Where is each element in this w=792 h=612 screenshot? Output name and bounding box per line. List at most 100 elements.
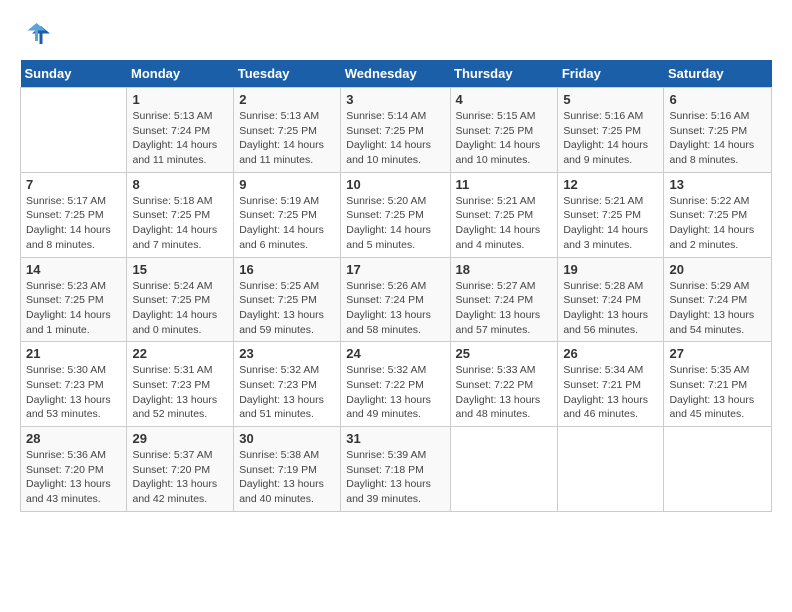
day-number: 25 [456, 346, 553, 361]
calendar-cell: 29Sunrise: 5:37 AM Sunset: 7:20 PM Dayli… [127, 427, 234, 512]
day-number: 28 [26, 431, 121, 446]
column-header-thursday: Thursday [450, 60, 558, 88]
day-number: 26 [563, 346, 658, 361]
day-info: Sunrise: 5:34 AM Sunset: 7:21 PM Dayligh… [563, 363, 658, 422]
day-info: Sunrise: 5:31 AM Sunset: 7:23 PM Dayligh… [132, 363, 228, 422]
day-info: Sunrise: 5:18 AM Sunset: 7:25 PM Dayligh… [132, 194, 228, 253]
calendar-cell [664, 427, 772, 512]
day-info: Sunrise: 5:22 AM Sunset: 7:25 PM Dayligh… [669, 194, 766, 253]
day-info: Sunrise: 5:13 AM Sunset: 7:24 PM Dayligh… [132, 109, 228, 168]
calendar-cell: 27 Sunrise: 5:35 AM Sunset: 7:21 PM Dayli… [664, 342, 772, 427]
day-number: 15 [132, 262, 228, 277]
calendar-cell: 7 Sunrise: 5:17 AM Sunset: 7:25 PM Daylig… [21, 172, 127, 257]
day-number: 1 [132, 92, 228, 107]
calendar-cell [21, 88, 127, 173]
day-info: Sunrise: 5:27 AM Sunset: 7:24 PM Dayligh… [456, 279, 553, 338]
day-number: 3 [346, 92, 444, 107]
day-info: Sunrise: 5:37 AM Sunset: 7:20 PM Dayligh… [132, 448, 228, 507]
day-info: Sunrise: 5:20 AM Sunset: 7:25 PM Dayligh… [346, 194, 444, 253]
page-header [20, 20, 772, 50]
day-info: Sunrise: 5:21 AM Sunset: 7:25 PM Dayligh… [456, 194, 553, 253]
day-number: 10 [346, 177, 444, 192]
day-info: Sunrise: 5:14 AM Sunset: 7:25 PM Dayligh… [346, 109, 444, 168]
day-number: 17 [346, 262, 444, 277]
day-number: 18 [456, 262, 553, 277]
calendar-cell: 18 Sunrise: 5:27 AM Sunset: 7:24 PM Dayli… [450, 257, 558, 342]
calendar-cell: 14Sunrise: 5:23 AM Sunset: 7:25 PM Dayli… [21, 257, 127, 342]
day-info: Sunrise: 5:15 AM Sunset: 7:25 PM Dayligh… [456, 109, 553, 168]
day-number: 6 [669, 92, 766, 107]
column-header-saturday: Saturday [664, 60, 772, 88]
day-info: Sunrise: 5:17 AM Sunset: 7:25 PM Dayligh… [26, 194, 121, 253]
calendar-week-row: 7 Sunrise: 5:17 AM Sunset: 7:25 PM Daylig… [21, 172, 772, 257]
calendar-cell: 23 Sunrise: 5:32 AM Sunset: 7:23 PM Dayli… [234, 342, 341, 427]
day-info: Sunrise: 5:25 AM Sunset: 7:25 PM Dayligh… [239, 279, 335, 338]
day-number: 4 [456, 92, 553, 107]
calendar-cell [450, 427, 558, 512]
calendar-cell: 31 Sunrise: 5:39 AM Sunset: 7:18 PM Dayli… [341, 427, 450, 512]
calendar-table: SundayMondayTuesdayWednesdayThursdayFrid… [20, 60, 772, 512]
calendar-cell: 16 Sunrise: 5:25 AM Sunset: 7:25 PM Dayli… [234, 257, 341, 342]
day-number: 2 [239, 92, 335, 107]
day-number: 22 [132, 346, 228, 361]
calendar-cell: 20 Sunrise: 5:29 AM Sunset: 7:24 PM Dayli… [664, 257, 772, 342]
day-info: Sunrise: 5:16 AM Sunset: 7:25 PM Dayligh… [563, 109, 658, 168]
calendar-cell: 12Sunrise: 5:21 AM Sunset: 7:25 PM Dayli… [558, 172, 664, 257]
day-number: 5 [563, 92, 658, 107]
day-info: Sunrise: 5:39 AM Sunset: 7:18 PM Dayligh… [346, 448, 444, 507]
calendar-cell: 10 Sunrise: 5:20 AM Sunset: 7:25 PM Dayli… [341, 172, 450, 257]
column-header-tuesday: Tuesday [234, 60, 341, 88]
calendar-cell: 17 Sunrise: 5:26 AM Sunset: 7:24 PM Dayli… [341, 257, 450, 342]
column-header-wednesday: Wednesday [341, 60, 450, 88]
calendar-cell: 15 Sunrise: 5:24 AM Sunset: 7:25 PM Dayli… [127, 257, 234, 342]
calendar-cell: 9Sunrise: 5:19 AM Sunset: 7:25 PM Daylig… [234, 172, 341, 257]
calendar-cell: 21 Sunrise: 5:30 AM Sunset: 7:23 PM Dayli… [21, 342, 127, 427]
day-number: 14 [26, 262, 121, 277]
day-number: 9 [239, 177, 335, 192]
calendar-cell: 13 Sunrise: 5:22 AM Sunset: 7:25 PM Dayli… [664, 172, 772, 257]
calendar-week-row: 28Sunrise: 5:36 AM Sunset: 7:20 PM Dayli… [21, 427, 772, 512]
calendar-cell: 19 Sunrise: 5:28 AM Sunset: 7:24 PM Dayli… [558, 257, 664, 342]
calendar-cell: 25Sunrise: 5:33 AM Sunset: 7:22 PM Dayli… [450, 342, 558, 427]
calendar-cell: 3 Sunrise: 5:14 AM Sunset: 7:25 PM Daylig… [341, 88, 450, 173]
day-number: 8 [132, 177, 228, 192]
day-info: Sunrise: 5:32 AM Sunset: 7:23 PM Dayligh… [239, 363, 335, 422]
calendar-cell: 6 Sunrise: 5:16 AM Sunset: 7:25 PM Daylig… [664, 88, 772, 173]
day-number: 21 [26, 346, 121, 361]
calendar-cell: 4 Sunrise: 5:15 AM Sunset: 7:25 PM Daylig… [450, 88, 558, 173]
day-number: 23 [239, 346, 335, 361]
day-number: 27 [669, 346, 766, 361]
calendar-cell: 8 Sunrise: 5:18 AM Sunset: 7:25 PM Daylig… [127, 172, 234, 257]
day-info: Sunrise: 5:24 AM Sunset: 7:25 PM Dayligh… [132, 279, 228, 338]
calendar-cell [558, 427, 664, 512]
column-header-friday: Friday [558, 60, 664, 88]
day-info: Sunrise: 5:26 AM Sunset: 7:24 PM Dayligh… [346, 279, 444, 338]
calendar-cell: 11 Sunrise: 5:21 AM Sunset: 7:25 PM Dayli… [450, 172, 558, 257]
day-number: 20 [669, 262, 766, 277]
day-number: 24 [346, 346, 444, 361]
calendar-cell: 30Sunrise: 5:38 AM Sunset: 7:19 PM Dayli… [234, 427, 341, 512]
calendar-week-row: 1 Sunrise: 5:13 AM Sunset: 7:24 PM Daylig… [21, 88, 772, 173]
calendar-cell: 22 Sunrise: 5:31 AM Sunset: 7:23 PM Dayli… [127, 342, 234, 427]
day-info: Sunrise: 5:32 AM Sunset: 7:22 PM Dayligh… [346, 363, 444, 422]
calendar-cell: 2 Sunrise: 5:13 AM Sunset: 7:25 PM Daylig… [234, 88, 341, 173]
day-info: Sunrise: 5:28 AM Sunset: 7:24 PM Dayligh… [563, 279, 658, 338]
day-info: Sunrise: 5:21 AM Sunset: 7:25 PM Dayligh… [563, 194, 658, 253]
day-info: Sunrise: 5:13 AM Sunset: 7:25 PM Dayligh… [239, 109, 335, 168]
calendar-header-row: SundayMondayTuesdayWednesdayThursdayFrid… [21, 60, 772, 88]
day-number: 7 [26, 177, 121, 192]
calendar-cell: 26 Sunrise: 5:34 AM Sunset: 7:21 PM Dayli… [558, 342, 664, 427]
day-number: 16 [239, 262, 335, 277]
day-info: Sunrise: 5:38 AM Sunset: 7:19 PM Dayligh… [239, 448, 335, 507]
day-info: Sunrise: 5:35 AM Sunset: 7:21 PM Dayligh… [669, 363, 766, 422]
day-number: 31 [346, 431, 444, 446]
day-info: Sunrise: 5:16 AM Sunset: 7:25 PM Dayligh… [669, 109, 766, 168]
day-info: Sunrise: 5:29 AM Sunset: 7:24 PM Dayligh… [669, 279, 766, 338]
day-number: 13 [669, 177, 766, 192]
day-number: 19 [563, 262, 658, 277]
column-header-monday: Monday [127, 60, 234, 88]
day-number: 11 [456, 177, 553, 192]
logo-icon [20, 20, 50, 50]
logo [20, 20, 54, 50]
day-info: Sunrise: 5:30 AM Sunset: 7:23 PM Dayligh… [26, 363, 121, 422]
